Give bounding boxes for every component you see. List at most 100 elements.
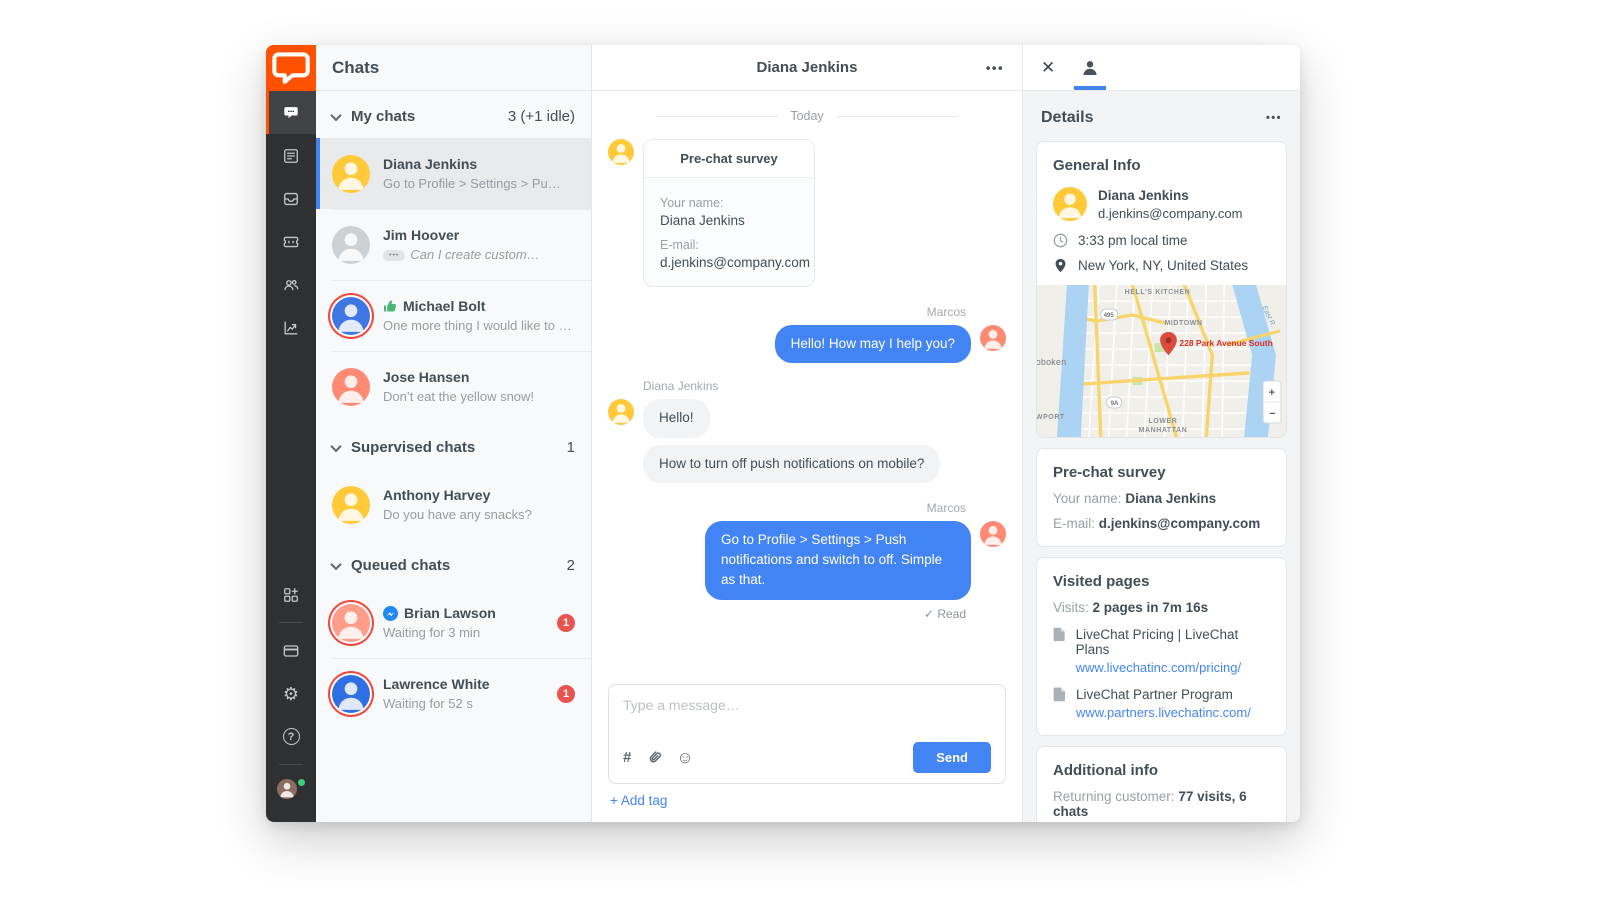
location-pin-icon: [1053, 258, 1068, 273]
page-title: LiveChat Pricing | LiveChat Plans: [1076, 627, 1270, 657]
read-receipt: ✓ Read: [608, 607, 966, 621]
sidebar-item-chats[interactable]: [266, 91, 316, 134]
chat-preview: Do you have any snacks?: [383, 507, 575, 522]
add-tag-link[interactable]: + Add tag: [608, 784, 669, 818]
composer-area: # ☺ Send + Add tag: [592, 684, 1022, 822]
map-label-lower-manhattan: LOWER: [1149, 418, 1178, 425]
map-zoom-control[interactable]: + −: [1263, 381, 1281, 423]
message-composer: # ☺ Send: [608, 684, 1006, 784]
section-count: 3 (+1 idle): [508, 108, 575, 125]
section-queued-chats[interactable]: Queued chats 2: [316, 540, 591, 587]
survey-field-value: d.jenkins@company.com: [660, 255, 798, 270]
sidebar-item-settings[interactable]: ⚙: [266, 672, 316, 715]
map-label-newport: NEWPORT: [1037, 414, 1065, 421]
details-panel: ✕ Details ••• General Info Diana Jenkins: [1023, 45, 1300, 822]
map-zoom-out-button[interactable]: −: [1269, 408, 1275, 420]
chat-row-anthony-harvey[interactable]: Anthony Harvey Do you have any snacks?: [316, 469, 591, 540]
map-label-lower-manhattan-2: MANHATTAN: [1139, 427, 1188, 434]
unread-badge: 1: [557, 614, 575, 632]
sidebar-item-team[interactable]: [266, 263, 316, 306]
chat-name: Michael Bolt: [383, 298, 575, 314]
chat-row-michael-bolt[interactable]: Michael Bolt One more thing I would like…: [316, 280, 591, 351]
map-label-hoboken: Hoboken: [1037, 357, 1066, 367]
chat-info: Michael Bolt One more thing I would like…: [383, 298, 575, 333]
map-zoom-in-button[interactable]: +: [1269, 387, 1275, 399]
chat-info: Diana Jenkins Go to Profile > Settings >…: [383, 156, 575, 191]
message-input[interactable]: [623, 697, 991, 737]
thumbs-up-icon: [383, 299, 397, 313]
send-button[interactable]: Send: [913, 742, 991, 773]
section-supervised-chats[interactable]: Supervised chats 1: [316, 422, 591, 469]
avatar: [608, 399, 634, 425]
sidebar-item-archives[interactable]: [266, 134, 316, 177]
sidebar-item-tickets[interactable]: [266, 220, 316, 263]
chat-list-scroll[interactable]: My chats 3 (+1 idle) Diana Jenkins Go to…: [316, 91, 591, 822]
date-divider-label: Today: [790, 109, 823, 123]
details-title-row: Details •••: [1036, 99, 1287, 141]
sidebar-item-billing[interactable]: [266, 629, 316, 672]
message-thread[interactable]: Today Pre-chat survey Your name: Diana J…: [592, 91, 1022, 684]
composer-toolbar: # ☺ Send: [623, 742, 991, 773]
section-count: 1: [567, 439, 575, 456]
survey-field-label: Your name:: [660, 196, 798, 210]
field-label: Your name:: [1053, 491, 1122, 506]
avatar: [332, 675, 370, 713]
section-my-chats[interactable]: My chats 3 (+1 idle): [316, 91, 591, 138]
chat-name: Brian Lawson: [383, 605, 544, 621]
clock-icon: [1053, 233, 1068, 248]
agent-message: Hello! How may I help you?: [608, 325, 1006, 363]
message-bubble: Hello! How may I help you?: [775, 325, 971, 363]
conversation-menu-button[interactable]: •••: [986, 60, 1004, 75]
sidebar-item-inbox[interactable]: [266, 177, 316, 220]
chat-row-lawrence-white[interactable]: Lawrence White Waiting for 52 s 1: [316, 658, 591, 729]
canned-response-icon[interactable]: #: [623, 750, 631, 765]
chat-row-diana-jenkins[interactable]: Diana Jenkins Go to Profile > Settings >…: [316, 138, 591, 209]
sidebar-divider: [279, 764, 303, 765]
chat-preview: Waiting for 52 s: [383, 696, 544, 711]
sidebar-item-profile[interactable]: [266, 771, 316, 814]
page-url-link[interactable]: www.livechatinc.com/pricing/: [1076, 660, 1270, 675]
message-bubble: Hello!: [643, 399, 710, 437]
livechat-logo[interactable]: [266, 45, 316, 91]
close-icon[interactable]: ✕: [1041, 59, 1055, 76]
attachment-icon[interactable]: [646, 748, 661, 767]
agent-message: Go to Profile > Settings > Push notifica…: [608, 521, 1006, 600]
field-label: Returning customer:: [1053, 789, 1175, 804]
page-url-link[interactable]: www.partners.livechatinc.com/: [1076, 705, 1251, 720]
field-value: Diana Jenkins: [1125, 491, 1216, 506]
sidebar-divider: [279, 622, 303, 623]
pre-chat-survey-content: Pre-chat survey Your name: Diana Jenkins…: [1037, 449, 1286, 546]
details-scroll[interactable]: Details ••• General Info Diana Jenkins d…: [1023, 91, 1300, 822]
chat-name-text: Brian Lawson: [404, 605, 496, 621]
avatar: [980, 325, 1006, 351]
sidebar-item-help[interactable]: ?: [266, 715, 316, 758]
emoji-icon[interactable]: ☺: [676, 749, 693, 766]
chat-list-header: Chats: [316, 45, 591, 91]
returning-customer-row: Returning customer: 77 visits, 6 chats: [1053, 789, 1270, 819]
sidebar-item-reports[interactable]: [266, 306, 316, 349]
visited-page-item: LiveChat Pricing | LiveChat Plans www.li…: [1053, 627, 1270, 675]
chat-info: Jose Hansen Don’t eat the yellow snow!: [383, 369, 575, 404]
chat-info: Lawrence White Waiting for 52 s: [383, 676, 544, 711]
message-author: Marcos: [608, 501, 966, 515]
avatar: [332, 226, 370, 264]
chat-info: Anthony Harvey Do you have any snacks?: [383, 487, 575, 522]
chat-row-jim-hoover[interactable]: Jim Hoover •••Can I create custom…: [316, 209, 591, 280]
customer-location-map[interactable]: 495 9A HELL'S KITCHEN MIDTOWN Hoboken NE…: [1037, 285, 1286, 437]
chat-row-jose-hansen[interactable]: Jose Hansen Don’t eat the yellow snow!: [316, 351, 591, 422]
chevron-down-icon: [330, 109, 341, 120]
livechat-logo-icon: [266, 45, 316, 93]
customer-identity: Diana Jenkins d.jenkins@company.com: [1098, 188, 1242, 221]
chat-preview: Waiting for 3 min: [383, 625, 544, 640]
chat-row-brian-lawson[interactable]: Brian Lawson Waiting for 3 min 1: [316, 587, 591, 658]
message-bubble: Go to Profile > Settings > Push notifica…: [705, 521, 971, 600]
tab-customer-details[interactable]: [1077, 45, 1103, 90]
chat-info: Brian Lawson Waiting for 3 min: [383, 605, 544, 640]
additional-info-card: Additional info Returning customer: 77 v…: [1036, 746, 1287, 822]
survey-field-value: Diana Jenkins: [660, 213, 798, 228]
details-menu-button[interactable]: •••: [1266, 112, 1282, 124]
field-label: E-mail:: [1053, 516, 1095, 531]
location-value: New York, NY, United States: [1078, 258, 1248, 273]
sidebar-item-apps[interactable]: [266, 573, 316, 616]
field-value: 2 pages in 7m 16s: [1093, 600, 1209, 615]
